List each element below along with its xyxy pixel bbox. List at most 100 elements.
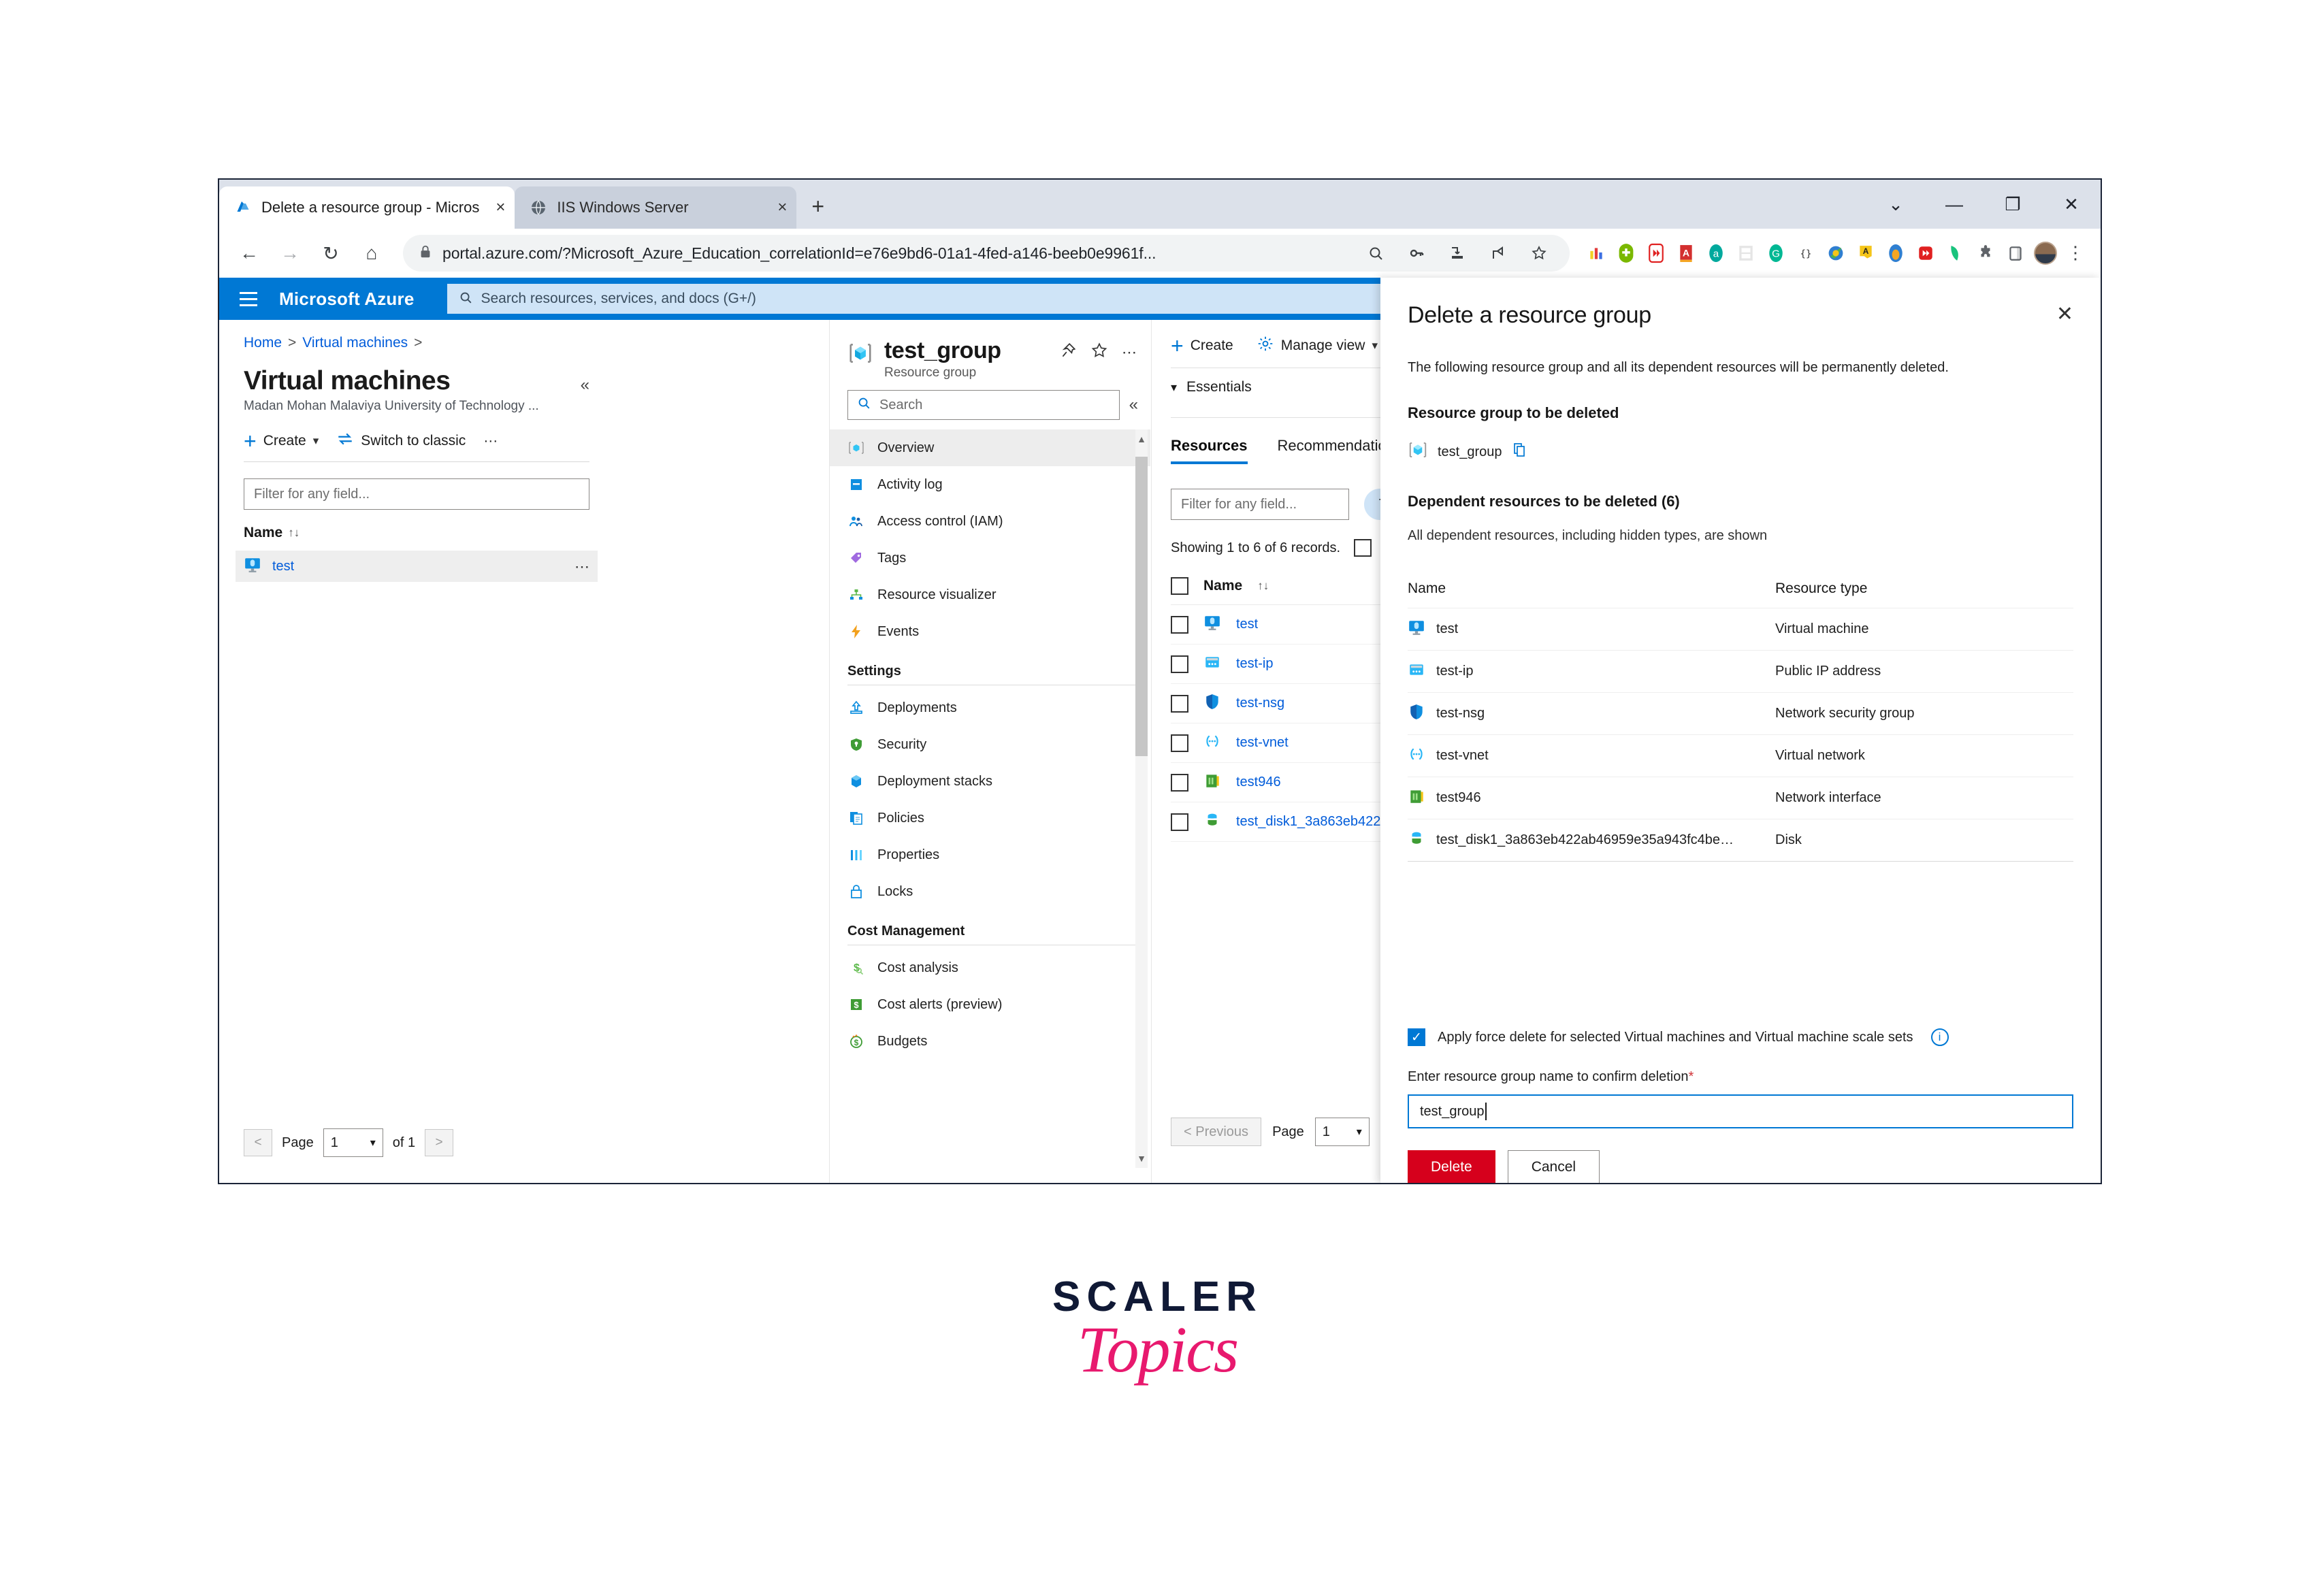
breadcrumb-item-virtual-machines[interactable]: Virtual machines — [302, 335, 408, 351]
minimize-icon[interactable]: — — [1925, 180, 1984, 229]
browser-tab-active[interactable]: Delete a resource group - Micros × — [219, 186, 515, 229]
sidebar-item-policies[interactable]: Policies — [830, 800, 1150, 836]
row-checkbox[interactable] — [1171, 616, 1188, 634]
puzzle-icon[interactable] — [1971, 238, 2000, 269]
sidebar-item-overview[interactable]: Overview — [830, 429, 1150, 466]
sidebar-item-budgets[interactable]: $ Budgets — [830, 1023, 1150, 1060]
next-page-button[interactable]: > — [425, 1129, 453, 1156]
sidebar-item-tags[interactable]: Tags — [830, 540, 1150, 576]
resource-name[interactable]: test — [1236, 617, 1258, 632]
reload-icon[interactable]: ↻ — [312, 234, 350, 272]
info-icon[interactable]: i — [1931, 1028, 1949, 1046]
extension-icon[interactable] — [1642, 238, 1670, 269]
list-item[interactable]: test ⋯ — [236, 551, 598, 582]
collapse-blade-icon[interactable]: « — [581, 376, 589, 395]
favorite-star-icon[interactable] — [1090, 342, 1108, 363]
resource-name[interactable]: test-nsg — [1236, 696, 1284, 711]
browser-tab-inactive[interactable]: IIS Windows Server × — [515, 186, 796, 229]
row-checkbox[interactable] — [1171, 734, 1188, 752]
extension-icon[interactable] — [1941, 238, 1970, 269]
sidebar-item-resource-visualizer[interactable]: Resource visualizer — [830, 576, 1150, 613]
azure-brand[interactable]: Microsoft Azure — [279, 289, 415, 310]
sidebar-item-cost-analysis[interactable]: $ Cost analysis — [830, 949, 1150, 986]
key-icon[interactable] — [1401, 238, 1432, 269]
resource-filter-input[interactable]: Filter for any field... — [1171, 489, 1349, 520]
forward-icon[interactable]: → — [271, 234, 309, 272]
sidebar-item-access-control[interactable]: Access control (IAM) — [830, 503, 1150, 540]
sidebar-item-properties[interactable]: Properties — [830, 836, 1150, 873]
extension-icon[interactable] — [1881, 238, 1910, 269]
browser-menu-icon[interactable]: ⋮ — [2061, 238, 2090, 269]
delete-button[interactable]: Delete — [1408, 1150, 1495, 1184]
extension-icon[interactable]: A — [1672, 238, 1700, 269]
close-icon[interactable]: ✕ — [2056, 302, 2073, 326]
sidebar-item-locks[interactable]: Locks — [830, 873, 1150, 910]
confirm-name-input[interactable]: test_group — [1408, 1094, 2073, 1128]
sort-arrows-icon[interactable]: ↑↓ — [1257, 579, 1269, 593]
extension-icon[interactable]: G — [1762, 238, 1790, 269]
show-hidden-types-checkbox[interactable] — [1354, 539, 1372, 557]
rg-search-input[interactable]: Search — [847, 390, 1120, 420]
extension-icon[interactable] — [1911, 238, 1940, 269]
resource-name[interactable]: test-vnet — [1236, 735, 1289, 751]
collapse-menu-icon[interactable]: « — [1129, 395, 1138, 414]
global-search-input[interactable]: Search resources, services, and docs (G+… — [447, 284, 1441, 314]
sidebar-item-security[interactable]: Security — [830, 726, 1150, 763]
bookmark-star-icon[interactable] — [1523, 238, 1555, 269]
share-icon[interactable] — [1483, 238, 1514, 269]
extension-icon[interactable] — [1612, 238, 1640, 269]
extension-icon[interactable]: {} — [1792, 238, 1820, 269]
sidebar-item-deployments[interactable]: Deployments — [830, 689, 1150, 726]
extension-icon[interactable] — [1822, 238, 1850, 269]
sidebar-item-activity-log[interactable]: Activity log — [830, 466, 1150, 503]
sidebar-item-cost-alerts[interactable]: $ Cost alerts (preview) — [830, 986, 1150, 1023]
row-checkbox[interactable] — [1171, 774, 1188, 792]
previous-page-button[interactable]: < Previous — [1171, 1118, 1261, 1146]
force-delete-checkbox[interactable]: ✓ — [1408, 1028, 1425, 1046]
create-resource-button[interactable]: + Create — [1171, 338, 1233, 354]
column-header-name[interactable]: Name — [1203, 578, 1242, 594]
address-bar[interactable]: portal.azure.com/?Microsoft_Azure_Educat… — [403, 235, 1570, 272]
hamburger-menu-icon[interactable] — [233, 288, 264, 310]
sidebar-item-events[interactable]: Events — [830, 613, 1150, 650]
vm-filter-input[interactable]: Filter for any field... — [244, 478, 589, 510]
more-ellipsis-icon[interactable]: ··· — [483, 433, 498, 449]
page-select[interactable]: 1 ▾ — [1315, 1118, 1370, 1146]
close-icon[interactable]: × — [496, 198, 505, 217]
close-icon[interactable]: ✕ — [2042, 180, 2101, 229]
scrollbar-thumb[interactable] — [1135, 457, 1148, 756]
extension-icon[interactable]: a — [1702, 238, 1730, 269]
new-tab-button[interactable]: + — [811, 194, 824, 219]
cancel-button[interactable]: Cancel — [1508, 1150, 1600, 1184]
resource-name[interactable]: test-ip — [1236, 656, 1273, 672]
create-vm-button[interactable]: + Create ▾ — [244, 433, 319, 449]
vm-column-header-name[interactable]: Name ↑↓ — [244, 525, 589, 541]
scroll-up-icon[interactable]: ▲ — [1135, 431, 1148, 447]
sidebar-item-deployment-stacks[interactable]: Deployment stacks — [830, 763, 1150, 800]
search-icon[interactable] — [1360, 238, 1391, 269]
pin-icon[interactable] — [1059, 342, 1077, 363]
maximize-icon[interactable]: ❐ — [1984, 180, 2042, 229]
page-select[interactable]: 1 ▾ — [323, 1128, 383, 1157]
extension-icon[interactable] — [1582, 238, 1610, 269]
extension-icon[interactable] — [1732, 238, 1760, 269]
scroll-down-icon[interactable]: ▼ — [1135, 1150, 1148, 1167]
more-ellipsis-icon[interactable]: ⋯ — [1122, 344, 1138, 361]
extension-icon[interactable]: A — [1851, 238, 1880, 269]
home-icon[interactable]: ⌂ — [353, 234, 391, 272]
avatar[interactable] — [2031, 238, 2060, 269]
row-checkbox[interactable] — [1171, 813, 1188, 831]
back-icon[interactable]: ← — [230, 234, 268, 272]
chevron-down-icon[interactable]: ⌄ — [1866, 180, 1925, 229]
copy-icon[interactable] — [1512, 442, 1528, 462]
previous-page-button[interactable]: < — [244, 1129, 272, 1156]
row-actions-ellipsis-icon[interactable]: ⋯ — [574, 563, 589, 570]
resource-name[interactable]: test946 — [1236, 775, 1281, 790]
install-icon[interactable] — [1442, 238, 1473, 269]
breadcrumb-item-home[interactable]: Home — [244, 335, 282, 351]
sidebar-icon[interactable] — [2001, 238, 2030, 269]
vm-name[interactable]: test — [272, 559, 294, 574]
tab-resources[interactable]: Resources — [1171, 437, 1248, 464]
menu-scrollbar[interactable]: ▲ ▼ — [1135, 429, 1148, 1168]
switch-to-classic-button[interactable]: Switch to classic — [336, 431, 466, 451]
